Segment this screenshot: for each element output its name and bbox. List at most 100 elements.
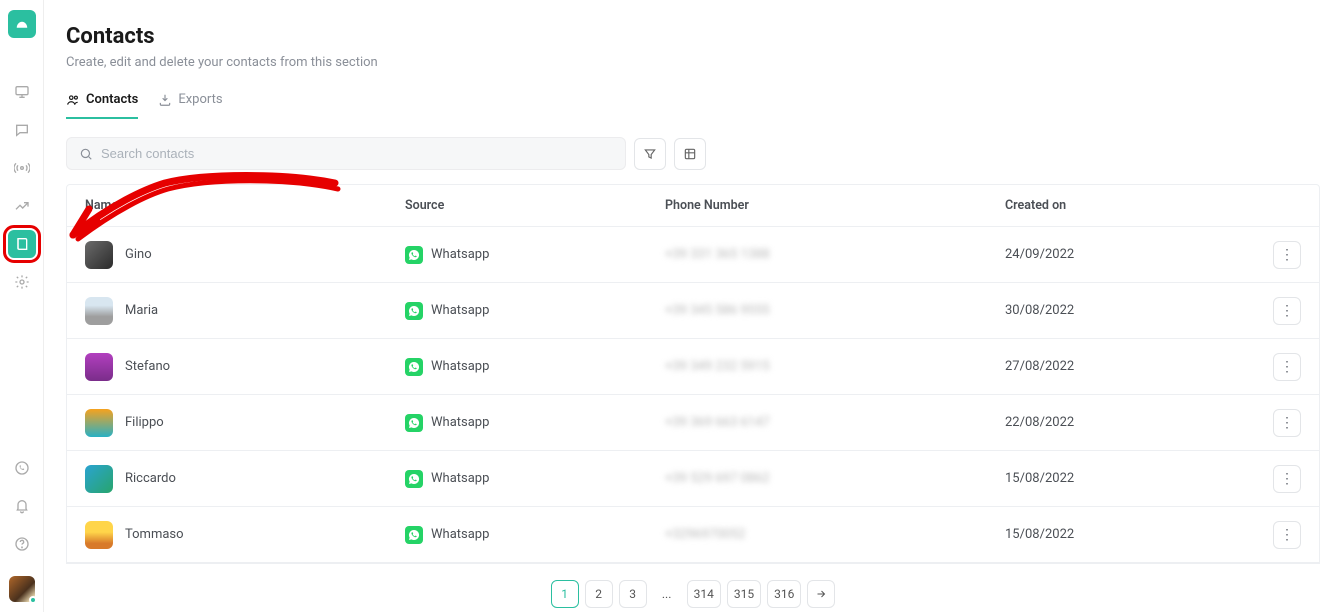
row-menu-button[interactable]: ⋮ [1273, 409, 1301, 437]
contact-created: 15/08/2022 [1005, 527, 1241, 542]
contact-name: Filippo [125, 415, 164, 430]
row-menu-button[interactable]: ⋮ [1273, 465, 1301, 493]
help-icon [14, 536, 30, 552]
row-menu-button[interactable]: ⋮ [1273, 297, 1301, 325]
nav-broadcast[interactable] [8, 154, 36, 182]
nav-chat[interactable] [8, 116, 36, 144]
row-menu-button[interactable]: ⋮ [1273, 241, 1301, 269]
whatsapp-icon [405, 414, 423, 432]
broadcast-icon [14, 160, 30, 176]
contact-name: Stefano [125, 359, 170, 374]
trend-up-icon [14, 198, 30, 214]
whatsapp-icon [405, 470, 423, 488]
nav-dashboard[interactable] [8, 78, 36, 106]
toolbar [66, 137, 1320, 170]
pagination: 123...314315316 [66, 564, 1320, 612]
bell-icon [14, 498, 30, 514]
columns-button[interactable] [674, 138, 706, 170]
search-icon [79, 147, 93, 161]
contact-source: Whatsapp [431, 527, 489, 542]
tabs: Contacts Exports [66, 92, 1320, 119]
whatsapp-icon [405, 302, 423, 320]
contact-created: 15/08/2022 [1005, 471, 1241, 486]
contact-avatar [85, 297, 113, 325]
page-title: Contacts [66, 24, 1320, 49]
page-button-1[interactable]: 1 [551, 580, 579, 608]
table-row[interactable]: Tommaso Whatsapp +3296970052 15/08/2022 … [67, 507, 1319, 563]
tab-contacts[interactable]: Contacts [66, 92, 138, 119]
page-button-314[interactable]: 314 [687, 580, 721, 608]
user-avatar[interactable] [9, 576, 35, 602]
contact-source: Whatsapp [431, 247, 489, 262]
page-button-315[interactable]: 315 [727, 580, 761, 608]
row-menu-button[interactable]: ⋮ [1273, 353, 1301, 381]
contact-avatar [85, 353, 113, 381]
table-row[interactable]: Gino Whatsapp +39 331 365 1388 24/09/202… [67, 227, 1319, 283]
gear-icon [14, 274, 30, 290]
arrow-right-icon [815, 588, 827, 600]
table-row[interactable]: Maria Whatsapp +39 345 586 9555 30/08/20… [67, 283, 1319, 339]
contact-name: Gino [125, 247, 152, 262]
contact-avatar [85, 521, 113, 549]
page-ellipsis: ... [653, 580, 681, 608]
col-phone[interactable]: Phone Number [665, 198, 1005, 213]
contact-phone: +39 369 663 6147 [665, 415, 1005, 430]
app-logo[interactable] [8, 10, 36, 38]
contact-avatar [85, 409, 113, 437]
whatsapp-icon [405, 358, 423, 376]
tab-label: Contacts [86, 92, 138, 107]
book-icon [14, 236, 30, 252]
contact-source: Whatsapp [431, 359, 489, 374]
nav-help[interactable] [8, 530, 36, 558]
nav-contacts[interactable] [8, 230, 36, 258]
whatsapp-icon [405, 246, 423, 264]
page-button-2[interactable]: 2 [585, 580, 613, 608]
main-content: Contacts Create, edit and delete your co… [44, 0, 1338, 612]
contact-source: Whatsapp [431, 415, 489, 430]
contact-phone: +39 349 232 5915 [665, 359, 1005, 374]
contact-name: Tommaso [125, 527, 184, 542]
whatsapp-icon [14, 460, 30, 476]
nav-analytics[interactable] [8, 192, 36, 220]
contact-phone: +39 345 586 9555 [665, 303, 1005, 318]
contact-phone: +3296970052 [665, 527, 1005, 542]
col-source[interactable]: Source [405, 198, 665, 213]
nav-whatsapp[interactable] [8, 454, 36, 482]
contact-phone: +39 331 365 1388 [665, 247, 1005, 262]
col-created[interactable]: Created on [1005, 198, 1241, 213]
tab-exports[interactable]: Exports [158, 92, 222, 119]
contact-created: 27/08/2022 [1005, 359, 1241, 374]
contact-created: 30/08/2022 [1005, 303, 1241, 318]
monitor-icon [14, 84, 30, 100]
contacts-table: Name Source Phone Number Created on Gino… [66, 184, 1320, 564]
whatsapp-icon [405, 526, 423, 544]
contact-name: Maria [125, 303, 158, 318]
col-name[interactable]: Name [85, 198, 405, 213]
contact-created: 24/09/2022 [1005, 247, 1241, 262]
chat-icon [14, 122, 30, 138]
cloche-icon [13, 15, 31, 33]
search-input[interactable] [101, 146, 613, 161]
table-row[interactable]: Riccardo Whatsapp +39 529 697 0862 15/08… [67, 451, 1319, 507]
table-header: Name Source Phone Number Created on [67, 185, 1319, 227]
page-button-316[interactable]: 316 [767, 580, 801, 608]
nav-notifications[interactable] [8, 492, 36, 520]
table-row[interactable]: Stefano Whatsapp +39 349 232 5915 27/08/… [67, 339, 1319, 395]
layout-icon [683, 147, 697, 161]
page-subtitle: Create, edit and delete your contacts fr… [66, 55, 1320, 70]
page-button-3[interactable]: 3 [619, 580, 647, 608]
presence-dot [29, 596, 37, 604]
sidebar [0, 0, 44, 612]
contact-source: Whatsapp [431, 471, 489, 486]
table-row[interactable]: Filippo Whatsapp +39 369 663 6147 22/08/… [67, 395, 1319, 451]
page-next-button[interactable] [807, 580, 835, 608]
users-icon [66, 93, 80, 107]
nav-settings[interactable] [8, 268, 36, 296]
search-box[interactable] [66, 137, 626, 170]
contact-created: 22/08/2022 [1005, 415, 1241, 430]
tab-label: Exports [178, 92, 222, 107]
row-menu-button[interactable]: ⋮ [1273, 521, 1301, 549]
contact-source: Whatsapp [431, 303, 489, 318]
filter-icon [643, 147, 657, 161]
filter-button[interactable] [634, 138, 666, 170]
